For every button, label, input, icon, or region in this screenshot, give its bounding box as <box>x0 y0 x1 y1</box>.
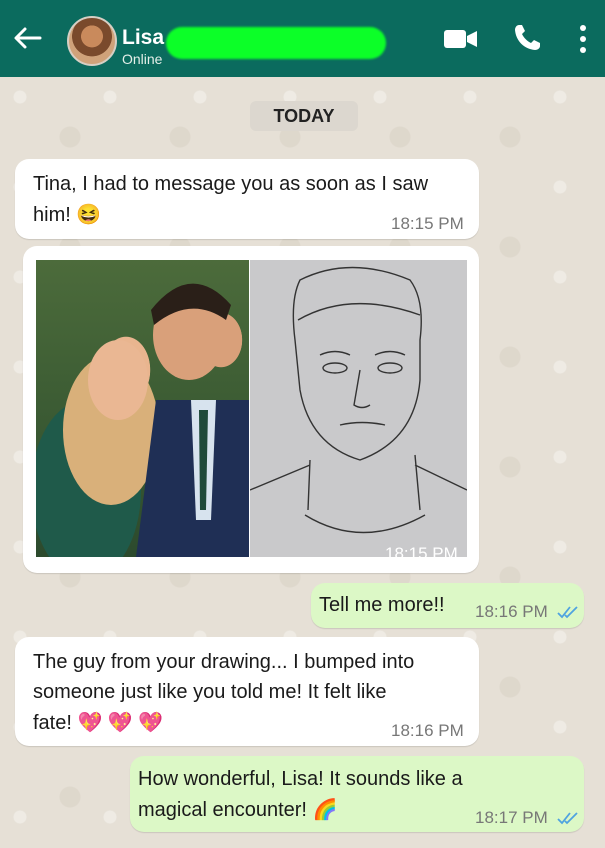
message-timestamp: 18:16 PM <box>475 602 548 621</box>
pencil-sketch-photo[interactable] <box>250 260 467 557</box>
read-receipt-icon <box>557 812 578 825</box>
read-receipt-icon <box>557 606 578 619</box>
message-text-line: Tell me more!! <box>319 594 445 616</box>
date-separator: TODAY <box>250 101 358 131</box>
couple-photo[interactable] <box>36 260 249 557</box>
message-bubble-incoming[interactable]: Tina, I had to message you as soon as I … <box>15 159 479 239</box>
message-bubble-outgoing[interactable]: How wonderful, Lisa! It sounds like a ma… <box>130 756 584 832</box>
message-text-line: him! 😆 <box>33 204 102 226</box>
video-call-icon[interactable] <box>443 28 479 50</box>
phone-icon[interactable] <box>511 22 543 54</box>
message-timestamp: 18:16 PM <box>391 721 464 740</box>
chat-header: Lisa Online <box>0 0 605 77</box>
contact-status: Online <box>122 51 163 67</box>
message-text-line: How wonderful, Lisa! It sounds like a <box>138 768 463 790</box>
message-text-line: someone just like you told me! It felt l… <box>33 681 387 703</box>
message-timestamp: 18:15 PM <box>385 544 458 563</box>
contact-name[interactable]: Lisa <box>122 26 164 50</box>
redaction-mark <box>166 27 386 59</box>
back-arrow-icon[interactable] <box>10 22 46 54</box>
message-timestamp: 18:15 PM <box>391 214 464 233</box>
message-text-line: fate! 💖 💖 💖 <box>33 712 164 734</box>
message-timestamp: 18:17 PM <box>475 808 548 827</box>
message-text-line: The guy from your drawing... I bumped in… <box>33 651 415 673</box>
contact-avatar[interactable] <box>67 16 117 66</box>
message-bubble-outgoing[interactable]: Tell me more!! 18:16 PM <box>311 583 584 628</box>
message-text-line: Tina, I had to message you as soon as I … <box>33 173 429 195</box>
message-bubble-incoming[interactable]: The guy from your drawing... I bumped in… <box>15 637 479 746</box>
message-text-line: magical encounter! 🌈 <box>138 799 338 821</box>
more-menu-icon[interactable] <box>578 24 588 54</box>
